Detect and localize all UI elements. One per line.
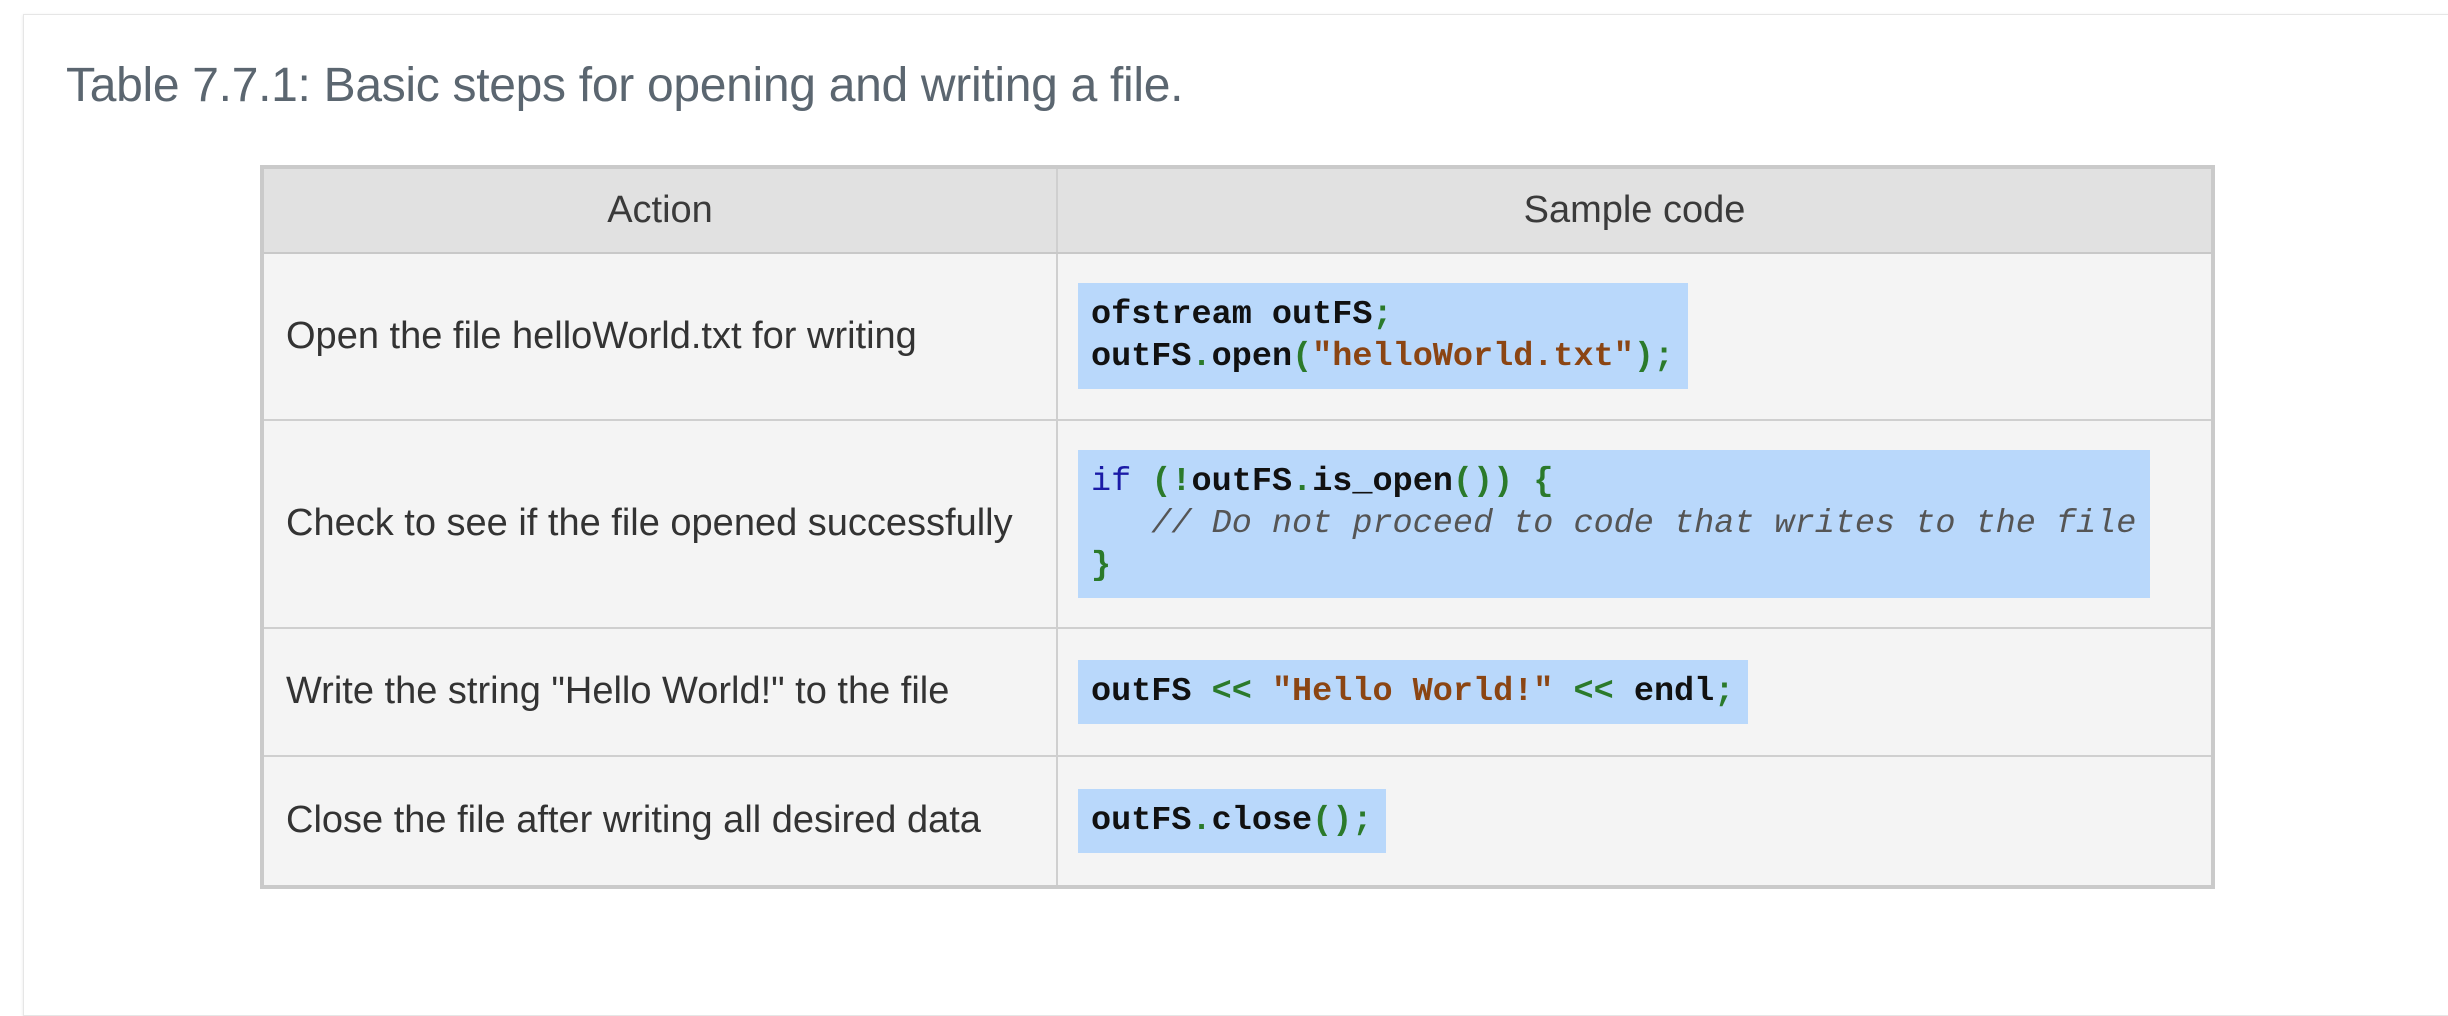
code-token: close (1211, 801, 1313, 840)
code-line: ofstream outFS; (1091, 294, 1674, 336)
code-token: outFS (1191, 462, 1293, 501)
code-block: outFS.close(); (1078, 788, 1387, 853)
code-token: (); (1312, 801, 1373, 840)
column-header-sample-code: Sample code (1057, 169, 2211, 254)
code-token: ; (1372, 296, 1393, 335)
code-token: << (1211, 672, 1252, 711)
code-block: if (!outFS.is_open()) { // Do not procee… (1078, 449, 2151, 598)
code-token: open (1211, 338, 1293, 377)
code-token: ()) { (1452, 462, 1554, 501)
code-token: "Hello World!" (1271, 672, 1554, 711)
code-line: outFS.open("helloWorld.txt"); (1091, 336, 1674, 378)
code-token: . (1191, 801, 1212, 840)
code-token: "helloWorld.txt" (1312, 338, 1634, 377)
code-line: // Do not proceed to code that writes to… (1091, 503, 2136, 545)
action-cell: Check to see if the file opened successf… (264, 418, 1058, 629)
code-token: outFS (1091, 672, 1212, 711)
code-line: } (1091, 545, 2136, 587)
code-token: if (1091, 462, 1132, 501)
code-token: << (1573, 672, 1614, 711)
code-block: outFS << "Hello World!" << endl; (1078, 659, 1749, 724)
table-caption: Table 7.7.1: Basic steps for opening and… (66, 59, 1184, 112)
code-line: outFS.close(); (1091, 800, 1372, 842)
code-token: ofstream outFS (1091, 296, 1373, 335)
action-cell: Write the string "Hello World!" to the f… (264, 627, 1058, 756)
code-line: outFS << "Hello World!" << endl; (1091, 671, 1734, 713)
code-token: (! (1151, 462, 1192, 501)
code-token: ; (1714, 672, 1735, 711)
code-line: if (!outFS.is_open()) { (1091, 461, 2136, 503)
action-cell: Close the file after writing all desired… (264, 754, 1058, 885)
code-token: is_open (1312, 462, 1453, 501)
code-token: ); (1633, 338, 1675, 377)
table-row: Close the file after writing all desired… (264, 754, 2211, 885)
code-token: ( (1292, 338, 1313, 377)
code-token: outFS (1091, 801, 1192, 840)
code-token: } (1091, 546, 1112, 585)
table-row: Write the string "Hello World!" to the f… (264, 627, 2211, 756)
code-cell: ofstream outFS; outFS.open("helloWorld.tx… (1057, 252, 2211, 420)
action-cell: Open the file helloWorld.txt for writing (264, 252, 1058, 420)
code-token: // Do not proceed to code that writes to… (1091, 504, 2137, 543)
table-row: Open the file helloWorld.txt for writing… (264, 252, 2211, 420)
table-header-row: Action Sample code (264, 169, 2211, 254)
code-block: ofstream outFS; outFS.open("helloWorld.tx… (1078, 283, 1689, 390)
column-header-action: Action (264, 169, 1058, 254)
code-token: endl (1613, 672, 1715, 711)
steps-table: Action Sample code Open the file helloWo… (260, 165, 2215, 889)
code-token: . (1292, 462, 1313, 501)
code-token: . (1191, 338, 1212, 377)
code-cell: outFS << "Hello World!" << endl; (1057, 627, 2211, 756)
code-cell: outFS.close(); (1057, 754, 2211, 885)
code-cell: if (!outFS.is_open()) { // Do not procee… (1057, 418, 2211, 629)
table-row: Check to see if the file opened successf… (264, 418, 2211, 629)
code-token: outFS (1091, 338, 1192, 377)
